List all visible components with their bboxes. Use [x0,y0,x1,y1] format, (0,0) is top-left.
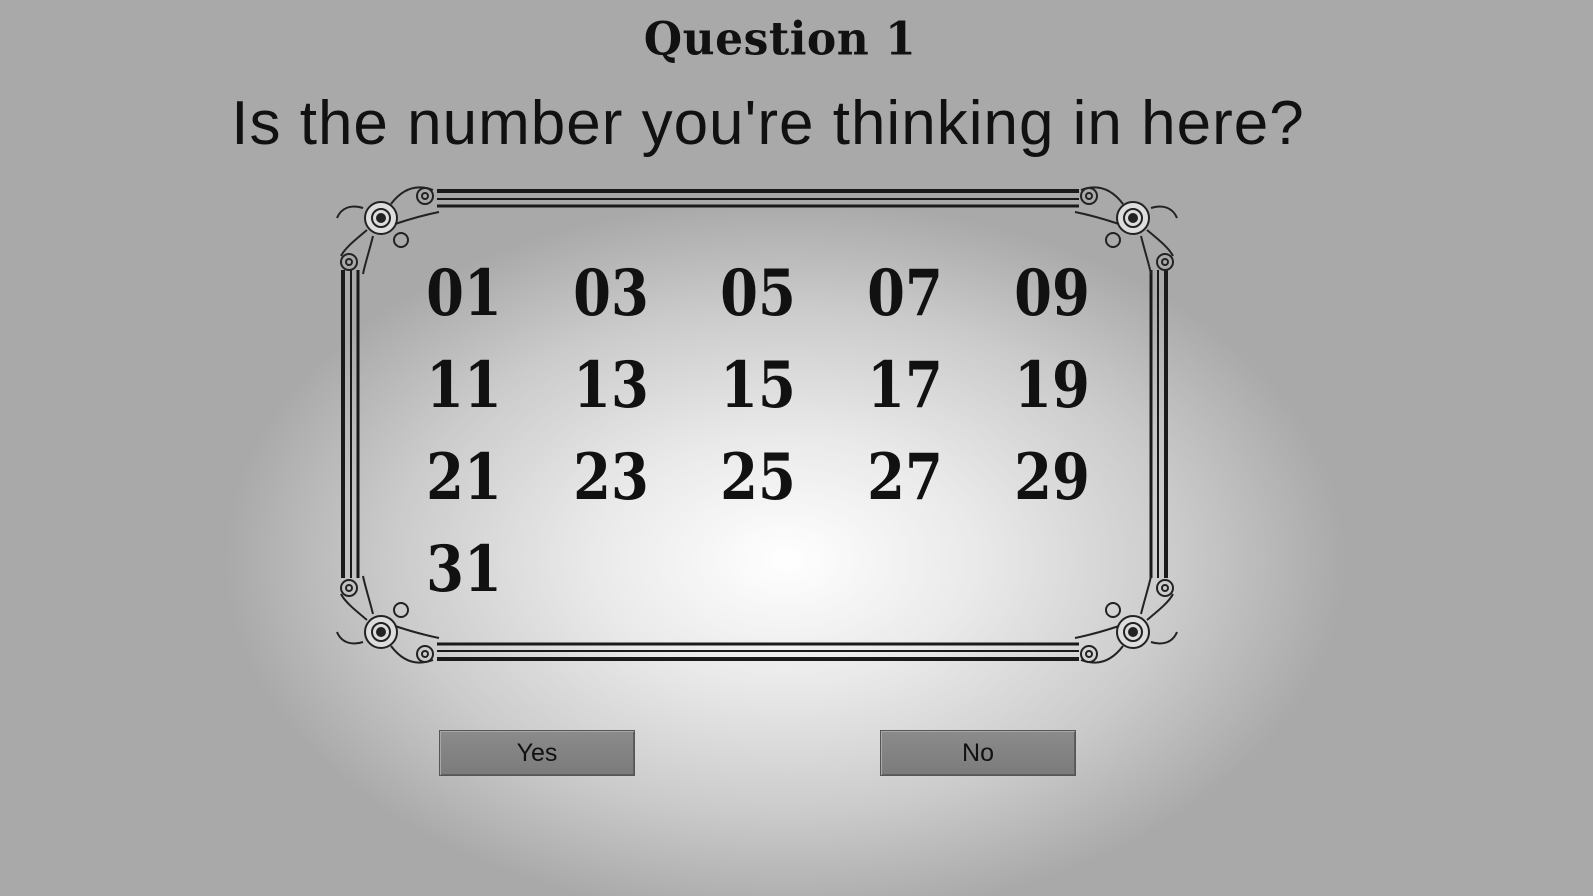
number-cell: 07 [867,256,943,331]
number-cell: 11 [426,348,502,423]
number-cell: 13 [573,348,649,423]
number-cell: 05 [720,256,796,331]
number-cell: 23 [573,440,649,515]
number-cell: 01 [426,256,502,331]
question-title: Question 1 [643,12,917,67]
number-cell: 03 [573,256,649,331]
no-button[interactable]: No [880,730,1076,776]
number-cell: 31 [426,532,502,607]
number-cell: 09 [1014,256,1090,331]
number-cell: 29 [1014,440,1090,515]
number-cell: 21 [426,440,502,515]
number-cell: 27 [867,440,943,515]
question-prompt: Is the number you're thinking in here? [231,89,1305,158]
number-cell: 19 [1014,348,1090,423]
yes-button[interactable]: Yes [439,730,635,776]
number-grid: 01 03 05 07 09 11 13 15 17 19 21 23 25 2… [418,248,1158,616]
number-cell: 25 [720,440,796,515]
number-cell: 15 [720,348,796,423]
number-cell: 17 [867,348,943,423]
